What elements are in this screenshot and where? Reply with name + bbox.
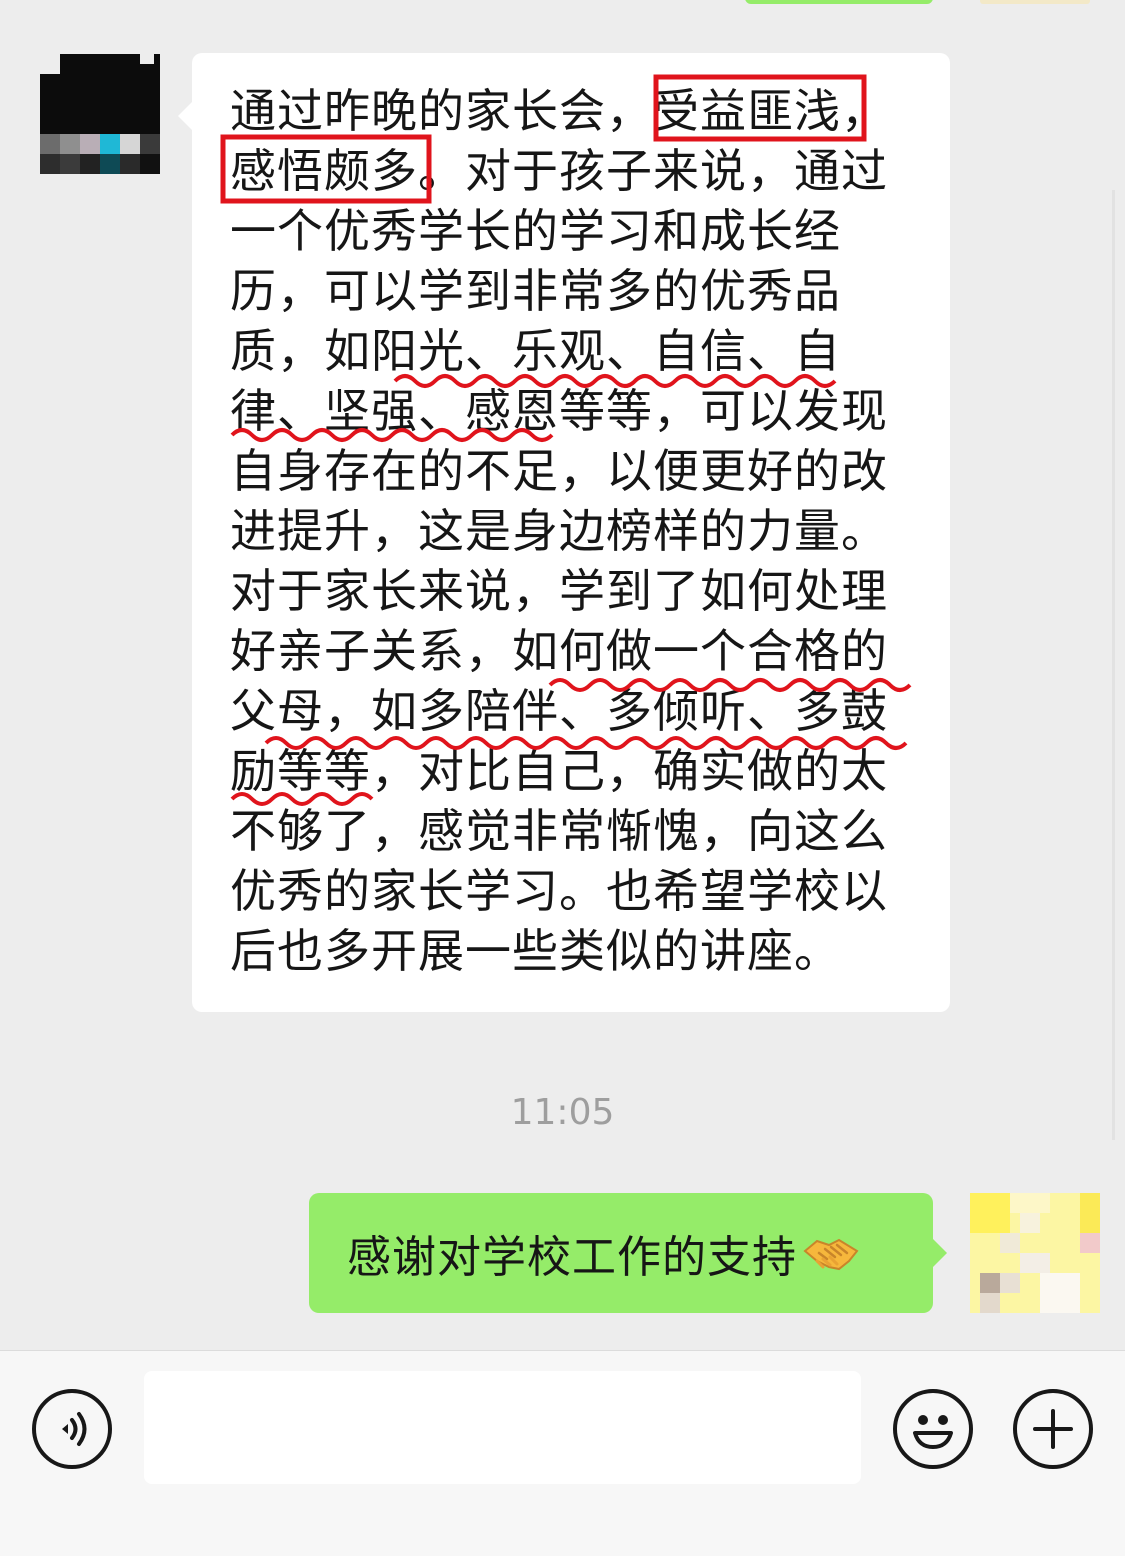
message-line: 对于家长来说，学到了如何处理 (230, 564, 888, 618)
message-line: 不够了，感觉非常惭愧，向这么 (230, 804, 888, 858)
message-line: 一个优秀学长的学习和成长经 (230, 204, 841, 258)
handshake-icon (803, 1238, 859, 1271)
message-timestamp: 11:05 (510, 1092, 615, 1133)
message-line: 进提升，这是身边榜样的力量。 (230, 504, 888, 558)
plus-icon (1033, 1409, 1073, 1449)
message-line: 律、坚强、感恩等等，可以发现 (230, 384, 888, 438)
incoming-message-bubble[interactable]: 通过昨晚的家长会，受益匪浅， 感悟颇多。对于孩子来说，通过 一个优秀学长的学习和… (178, 53, 950, 1012)
message-line: 父母，如多陪伴、多倾听、多鼓 (230, 684, 888, 738)
outgoing-message-text: 感谢对学校工作的支持 (347, 1232, 797, 1283)
message-line: 质，如阳光、乐观、自信、自 (230, 324, 841, 378)
emoji-button[interactable] (893, 1389, 973, 1469)
message-line: 自身存在的不足，以便更好的改 (230, 444, 888, 498)
incoming-message-text: 通过昨晚的家长会，受益匪浅， 感悟颇多。对于孩子来说，通过 一个优秀学长的学习和… (230, 81, 920, 981)
previous-avatar-edge (980, 0, 1090, 4)
message-line: 好亲子关系，如何做一个合格的 (230, 624, 888, 678)
smiley-icon (913, 1415, 953, 1449)
more-options-button[interactable] (1013, 1389, 1093, 1469)
message-line: 励等等，对比自己，确实做的太 (230, 744, 888, 798)
self-avatar[interactable] (970, 1193, 1100, 1313)
message-line: 通过昨晚的家长会，受益匪浅， (230, 84, 888, 138)
sender-avatar[interactable] (40, 54, 160, 174)
message-input[interactable] (144, 1371, 861, 1484)
message-line: 后也多开展一些类似的讲座。 (230, 924, 841, 978)
scroll-indicator[interactable] (1112, 190, 1115, 1140)
voice-input-button[interactable] (32, 1389, 112, 1469)
message-line: 历，可以学到非常多的优秀品 (230, 264, 841, 318)
message-line: 感悟颇多。对于孩子来说，通过 (230, 144, 888, 198)
previous-outgoing-bubble-edge (745, 0, 933, 4)
voice-icon (62, 1412, 87, 1446)
chat-input-bar (0, 1350, 1125, 1556)
message-line: 优秀的家长学习。也希望学校以 (230, 864, 888, 918)
outgoing-message-bubble[interactable]: 感谢对学校工作的支持 (309, 1193, 947, 1313)
